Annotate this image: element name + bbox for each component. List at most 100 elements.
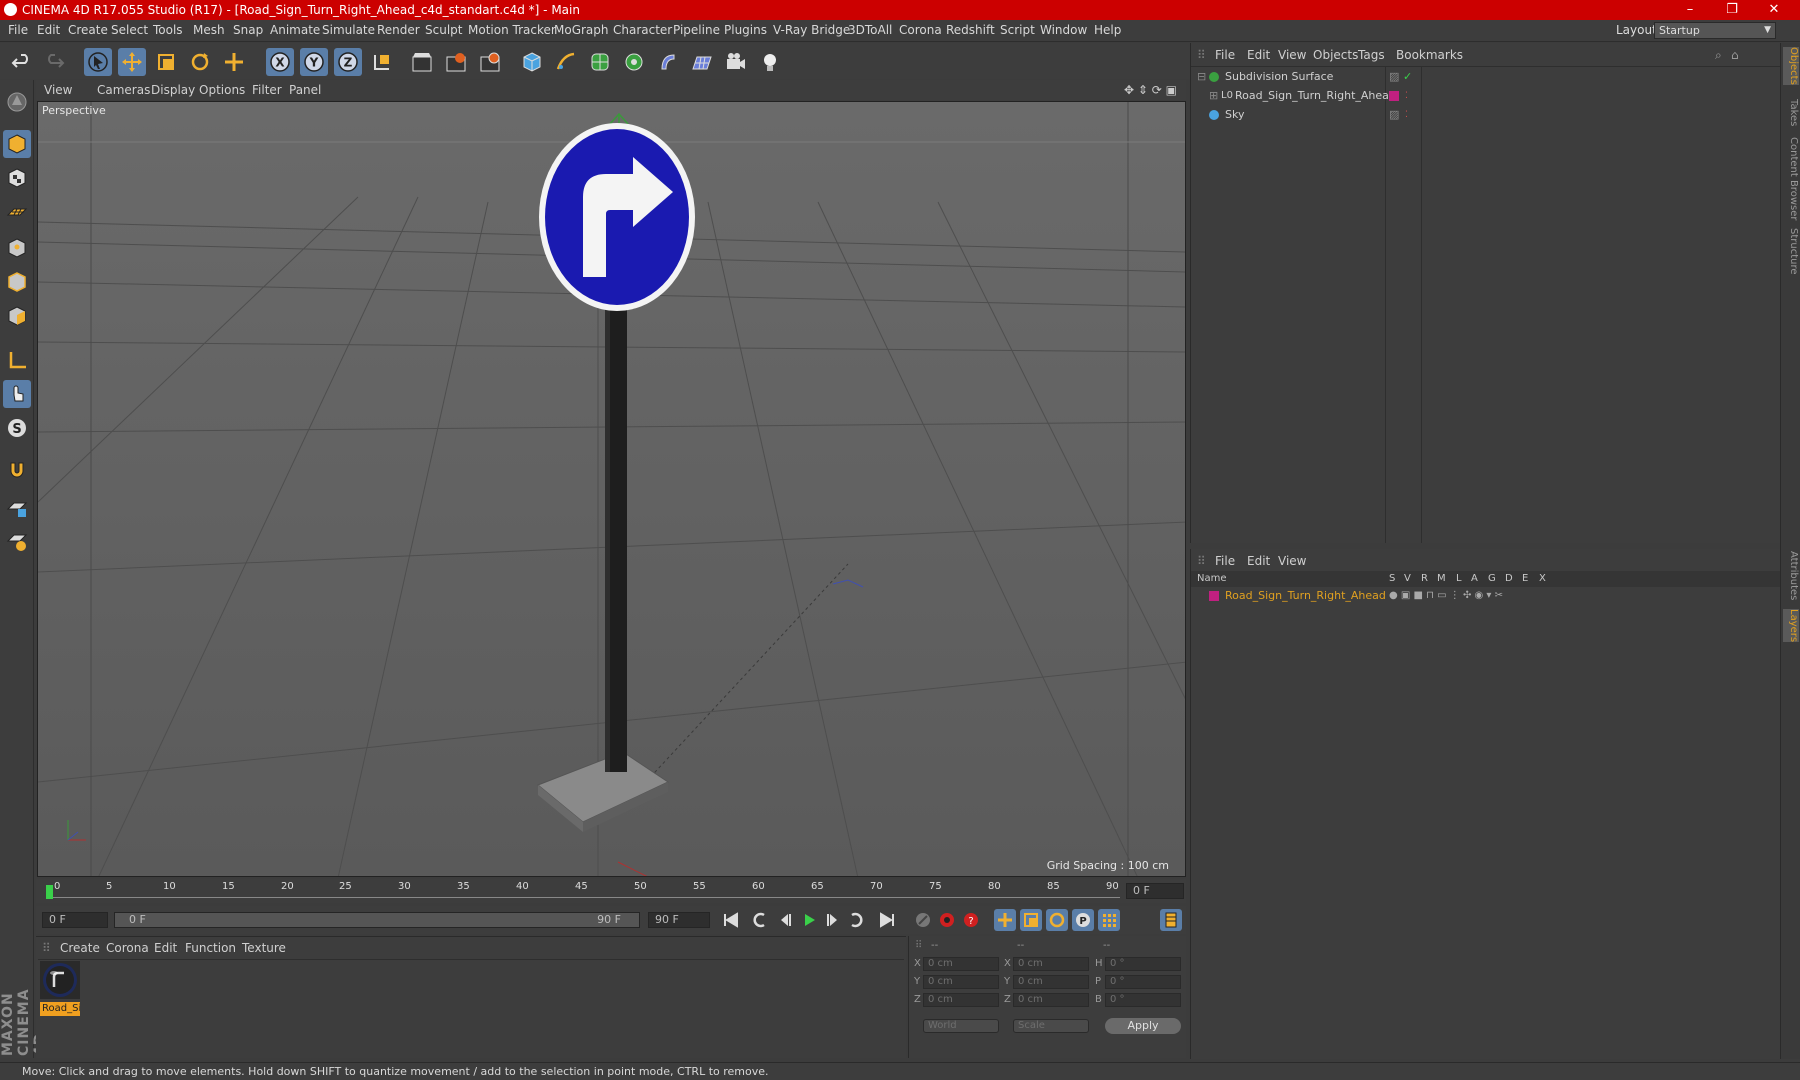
current-frame-field[interactable]: 0 F bbox=[1126, 883, 1184, 899]
x-axis-icon[interactable]: X bbox=[266, 48, 294, 76]
viewport-menu-display[interactable]: Display bbox=[151, 83, 195, 97]
record-icon[interactable] bbox=[936, 909, 958, 931]
viewport-menu-options[interactable]: Options bbox=[199, 83, 245, 97]
auto-key-icon[interactable]: ? bbox=[960, 909, 982, 931]
floor-icon[interactable] bbox=[688, 48, 716, 76]
layer-color-swatch[interactable] bbox=[1209, 591, 1219, 601]
layer-row[interactable]: Road_Sign_Turn_Right_Ahead ● ▣ ■ ⊓ ▭ ⋮ ✣… bbox=[1191, 587, 1781, 605]
layers-menu-view[interactable]: View bbox=[1278, 554, 1306, 568]
move-icon[interactable] bbox=[118, 48, 146, 76]
camera-icon[interactable] bbox=[722, 48, 750, 76]
object-row-sky[interactable]: Sky ▨ ⁚ bbox=[1191, 106, 1781, 124]
pos-z-field[interactable]: 0 cm bbox=[923, 993, 999, 1007]
viewport-menu-filter[interactable]: Filter bbox=[252, 83, 282, 97]
material-menu-function[interactable]: Function bbox=[185, 941, 236, 955]
menu-mograph[interactable]: MoGraph bbox=[554, 23, 609, 37]
pos-x-field[interactable]: 0 cm bbox=[923, 957, 999, 971]
object-row-road-sign[interactable]: ⊞ L0 Road_Sign_Turn_Right_Ahead ⁚ bbox=[1191, 87, 1781, 105]
add-icon[interactable] bbox=[220, 48, 248, 76]
render-active-icon[interactable] bbox=[442, 48, 470, 76]
size-x-field[interactable]: 0 cm bbox=[1013, 957, 1089, 971]
render-settings-icon[interactable] bbox=[476, 48, 504, 76]
key-move-icon[interactable] bbox=[994, 909, 1016, 931]
deformer-icon[interactable] bbox=[654, 48, 682, 76]
checkmark-icon[interactable]: ✓ bbox=[1403, 68, 1412, 86]
key-pla-icon[interactable] bbox=[1098, 909, 1120, 931]
material-menu-edit[interactable]: Edit bbox=[154, 941, 177, 955]
material-thumbnail[interactable]: Road_Si bbox=[40, 961, 80, 1016]
rotate-icon[interactable] bbox=[186, 48, 214, 76]
snap-s-icon[interactable]: S bbox=[3, 414, 31, 442]
close-button[interactable]: ✕ bbox=[1754, 0, 1794, 20]
material-menu-texture[interactable]: Texture bbox=[242, 941, 286, 955]
tab-takes[interactable]: Takes bbox=[1783, 99, 1799, 126]
key-param-icon[interactable]: P bbox=[1072, 909, 1094, 931]
object-mode-icon[interactable] bbox=[3, 130, 31, 158]
go-to-end-icon[interactable] bbox=[876, 909, 898, 931]
texture-mode-icon[interactable] bbox=[3, 164, 31, 192]
points-mode-icon[interactable] bbox=[3, 234, 31, 262]
light-icon[interactable] bbox=[756, 48, 784, 76]
layer-tag-icon[interactable]: ▨ bbox=[1389, 68, 1399, 86]
select-arrow-icon[interactable] bbox=[84, 48, 112, 76]
menu-sculpt[interactable]: Sculpt bbox=[425, 23, 462, 37]
subdivision-icon[interactable] bbox=[586, 48, 614, 76]
size-y-field[interactable]: 0 cm bbox=[1013, 975, 1089, 989]
visibility-dots-icon[interactable]: ⁚ bbox=[1405, 106, 1408, 124]
undo-icon[interactable] bbox=[8, 48, 36, 76]
next-key-icon[interactable] bbox=[846, 909, 868, 931]
layer-color-swatch[interactable] bbox=[1389, 91, 1399, 101]
pos-y-field[interactable]: 0 cm bbox=[923, 975, 999, 989]
menu-file[interactable]: File bbox=[8, 23, 28, 37]
tab-objects[interactable]: Objects bbox=[1783, 47, 1799, 85]
menu-render[interactable]: Render bbox=[377, 23, 420, 37]
home-icon[interactable]: ⌂ bbox=[1731, 48, 1739, 62]
rot-b-field[interactable]: 0 ° bbox=[1105, 993, 1181, 1007]
viewport-menu-panel[interactable]: Panel bbox=[289, 83, 321, 97]
menu-animate[interactable]: Animate bbox=[270, 23, 320, 37]
apply-button[interactable]: Apply bbox=[1105, 1018, 1181, 1034]
tweak-icon[interactable] bbox=[3, 380, 31, 408]
menu-tools[interactable]: Tools bbox=[153, 23, 183, 37]
workplane-icon[interactable] bbox=[3, 198, 31, 226]
viewport-menu-cameras[interactable]: Cameras bbox=[97, 83, 150, 97]
menu-select[interactable]: Select bbox=[111, 23, 148, 37]
search-icon[interactable]: ⌕ bbox=[1715, 48, 1722, 63]
layout-dropdown[interactable]: Startup ▼ bbox=[1654, 22, 1776, 39]
menu-character[interactable]: Character bbox=[613, 23, 672, 37]
frame-range-slider[interactable]: 0 F 90 F bbox=[114, 912, 640, 928]
menu-edit[interactable]: Edit bbox=[37, 23, 60, 37]
pen-icon[interactable] bbox=[552, 48, 580, 76]
maximize-button[interactable]: ❐ bbox=[1712, 0, 1752, 20]
keyframe-icon[interactable] bbox=[912, 909, 934, 931]
layer-name[interactable]: Road_Sign_Turn_Right_Ahead bbox=[1225, 587, 1386, 605]
cube-icon[interactable] bbox=[518, 48, 546, 76]
objects-menu-tags[interactable]: Tags bbox=[1358, 48, 1385, 62]
layers-menu-file[interactable]: File bbox=[1215, 554, 1235, 568]
objects-menu-view[interactable]: View bbox=[1278, 48, 1306, 62]
world-dropdown[interactable]: World bbox=[923, 1019, 999, 1033]
menu-script[interactable]: Script bbox=[1000, 23, 1035, 37]
objects-menu-objects[interactable]: Objects bbox=[1313, 48, 1358, 62]
y-axis-icon[interactable]: Y bbox=[300, 48, 328, 76]
rot-p-field[interactable]: 0 ° bbox=[1105, 975, 1181, 989]
menu-motion-tracker[interactable]: Motion Tracker bbox=[468, 23, 556, 37]
menu-mesh[interactable]: Mesh bbox=[193, 23, 225, 37]
menu-snap[interactable]: Snap bbox=[233, 23, 263, 37]
array-icon[interactable] bbox=[620, 48, 648, 76]
key-scale-icon[interactable] bbox=[1020, 909, 1042, 931]
tab-structure[interactable]: Structure bbox=[1783, 228, 1799, 275]
minimize-button[interactable]: – bbox=[1670, 0, 1710, 20]
3d-viewport[interactable]: Perspective Grid Spacing : 100 cm bbox=[37, 101, 1186, 877]
prev-frame-icon[interactable] bbox=[774, 909, 796, 931]
start-frame-field[interactable]: 0 F bbox=[42, 912, 108, 928]
menu-create[interactable]: Create bbox=[68, 23, 108, 37]
go-to-start-icon[interactable] bbox=[720, 909, 742, 931]
scale-icon[interactable] bbox=[152, 48, 180, 76]
visibility-dots-icon[interactable]: ⁚ bbox=[1405, 87, 1408, 105]
next-frame-icon[interactable] bbox=[822, 909, 844, 931]
key-rotate-icon[interactable] bbox=[1046, 909, 1068, 931]
scale-dropdown[interactable]: Scale bbox=[1013, 1019, 1089, 1033]
render-view-icon[interactable] bbox=[408, 48, 436, 76]
model-mode-icon[interactable] bbox=[3, 88, 31, 116]
